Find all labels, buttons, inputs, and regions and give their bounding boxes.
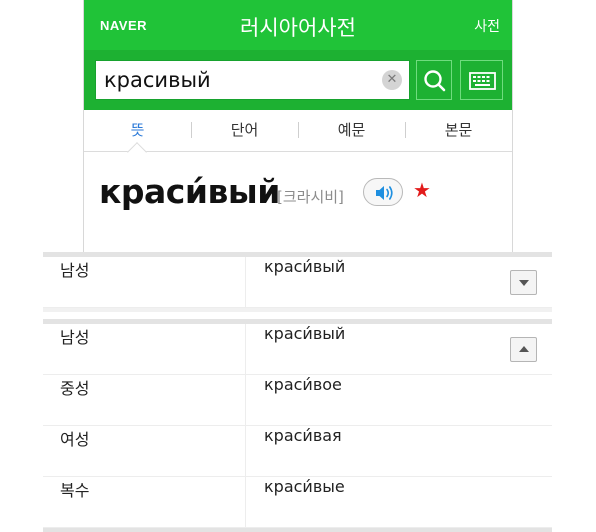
expand-button[interactable] bbox=[510, 270, 537, 295]
star-icon[interactable]: ★ bbox=[413, 178, 431, 203]
page: NAVER 러시아어사전 사전 ✕ bbox=[0, 0, 596, 532]
word-entry: краси́вый [크라시비] ★ bbox=[99, 172, 499, 216]
table-row: 중성 краси́вое bbox=[43, 375, 552, 426]
column-divider bbox=[245, 426, 246, 477]
gender-label: 복수 bbox=[60, 481, 90, 500]
keyboard-icon bbox=[469, 72, 496, 90]
tab-example[interactable]: 예문 bbox=[298, 110, 405, 150]
table-divider bbox=[43, 528, 552, 532]
dictionary-link[interactable]: 사전 bbox=[474, 16, 500, 36]
search-field: ✕ bbox=[95, 60, 410, 100]
word-form: краси́вая bbox=[264, 426, 342, 445]
dictionary-screen: NAVER 러시아어사전 사전 ✕ bbox=[83, 0, 513, 252]
pronunciation: [크라시비] bbox=[277, 188, 344, 206]
column-divider bbox=[245, 375, 246, 426]
column-divider bbox=[245, 477, 246, 528]
search-bar: ✕ bbox=[84, 50, 512, 110]
close-icon[interactable]: ✕ bbox=[382, 70, 402, 90]
table-gap bbox=[43, 308, 552, 312]
word-form: краси́вые bbox=[264, 477, 345, 496]
word-form: краси́вое bbox=[264, 375, 342, 394]
gender-label: 중성 bbox=[60, 379, 90, 398]
top-bar: NAVER 러시아어사전 사전 bbox=[84, 0, 512, 50]
table-row: 여성 краси́вая bbox=[43, 426, 552, 477]
headword: краси́вый bbox=[99, 172, 280, 211]
gender-label: 여성 bbox=[60, 430, 90, 449]
table-row: 남성 краси́вый bbox=[43, 324, 552, 375]
word-form: краси́вый bbox=[264, 257, 346, 276]
column-divider bbox=[245, 324, 246, 375]
result-tabs: 뜻 단어 예문 본문 bbox=[84, 110, 512, 152]
tab-text[interactable]: 본문 bbox=[405, 110, 512, 150]
table-row: 복수 краси́вые bbox=[43, 477, 552, 528]
chevron-down-icon bbox=[519, 280, 529, 286]
gender-label: 남성 bbox=[60, 328, 90, 347]
word-form: краси́вый bbox=[264, 324, 346, 343]
collapsed-declension-row: 남성 краси́вый bbox=[43, 257, 552, 308]
chevron-up-icon bbox=[519, 346, 529, 352]
pronunciation-sound-button[interactable] bbox=[363, 178, 403, 206]
app-title: 러시아어사전 bbox=[240, 16, 356, 40]
tab-word[interactable]: 단어 bbox=[191, 110, 298, 150]
search-button[interactable] bbox=[416, 60, 452, 100]
gender-label: 남성 bbox=[60, 261, 90, 280]
column-divider bbox=[245, 257, 246, 308]
collapse-button[interactable] bbox=[510, 337, 537, 362]
search-input[interactable] bbox=[104, 61, 374, 99]
keyboard-button[interactable] bbox=[460, 60, 503, 100]
search-input-group: ✕ bbox=[95, 60, 503, 100]
speaker-icon bbox=[376, 186, 393, 200]
search-icon bbox=[424, 70, 446, 92]
